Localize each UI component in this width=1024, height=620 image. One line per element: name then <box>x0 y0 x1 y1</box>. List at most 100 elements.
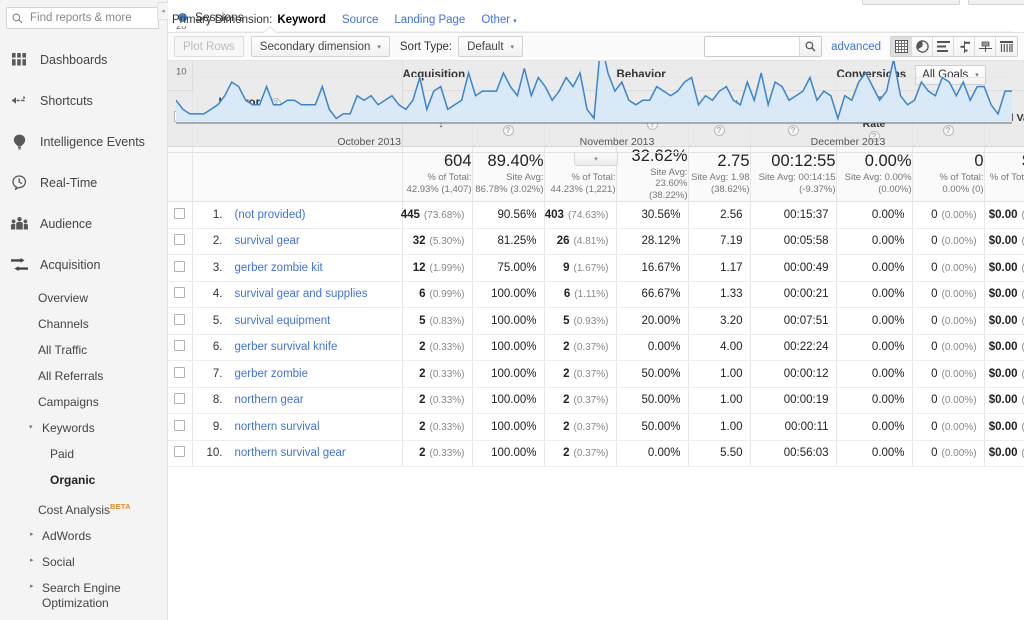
sidebar-item-label: Acquisition <box>40 258 100 272</box>
table-cell: 00:00:11 <box>750 414 836 441</box>
table-cell: 0(0.00%) <box>912 308 984 335</box>
row-checkbox[interactable] <box>174 393 185 404</box>
search-icon <box>805 41 816 52</box>
sidebar-item-overview[interactable]: Overview <box>0 285 167 311</box>
row-checkbox[interactable] <box>174 208 185 219</box>
table-cell: 12(1.99%) <box>402 255 472 282</box>
sidebar-item-search-engine-optimization[interactable]: ▸Search Engine Optimization <box>0 575 167 616</box>
table-cell: 2(0.37%) <box>544 414 616 441</box>
row-index: 1. <box>193 209 223 221</box>
row-checkbox[interactable] <box>174 446 185 457</box>
table-cell: 50.00% <box>616 414 688 441</box>
primary-dimension-landing-page[interactable]: Landing Page <box>394 14 465 26</box>
cell-percent: (0.37%) <box>574 342 609 353</box>
cell-value: 26 <box>557 235 570 247</box>
table-cell: 0.00% <box>836 334 912 361</box>
row-checkbox[interactable] <box>174 234 185 245</box>
row-checkbox[interactable] <box>174 314 185 325</box>
sort-type-select[interactable]: Default ▾ <box>458 36 523 57</box>
sidebar-item-real-time[interactable]: Real-Time <box>0 162 167 203</box>
keyword-link[interactable]: survival equipment <box>235 315 331 327</box>
keyword-link[interactable]: survival gear and supplies <box>235 288 368 300</box>
row-checkbox[interactable] <box>174 420 185 431</box>
row-checkbox[interactable] <box>174 340 185 351</box>
sort-type-label: Sort Type: <box>400 41 452 53</box>
advanced-filter-link[interactable]: advanced <box>831 41 881 53</box>
table-row: 2.survival gear32(5.30%)81.25%26(4.81%)2… <box>168 228 1024 255</box>
chevron-down-icon: ▾ <box>377 43 381 51</box>
cell-value: 5 <box>419 315 425 327</box>
row-checkbox[interactable] <box>174 287 185 298</box>
sidebar-item-label: Shortcuts <box>40 94 93 108</box>
sidebar-item-campaigns[interactable]: Campaigns <box>0 389 167 415</box>
row-index: 3. <box>193 262 223 274</box>
sidebar-item-organic[interactable]: Organic <box>0 467 167 493</box>
search-box[interactable] <box>6 7 159 29</box>
keyword-link[interactable]: survival gear <box>235 235 300 247</box>
sidebar-collapse-icon[interactable]: ◂ <box>157 2 168 20</box>
primary-dimension-source[interactable]: Source <box>342 14 378 26</box>
sidebar-item-keywords[interactable]: ▾Keywords <box>0 415 167 441</box>
table-cell: 00:00:19 <box>750 387 836 414</box>
cell-value: 32 <box>413 235 426 247</box>
cell-value: 2 <box>563 394 569 406</box>
plot-rows-button[interactable]: Plot Rows <box>174 36 244 57</box>
comparison-view-icon[interactable] <box>954 37 975 56</box>
sidebar-item-shortcuts[interactable]: Shortcuts <box>0 80 167 121</box>
search-input[interactable] <box>28 11 153 25</box>
keyword-link[interactable]: gerber survival knife <box>235 341 338 353</box>
pivot-view-icon[interactable] <box>975 37 996 56</box>
table-cell: 5(0.83%) <box>402 308 472 335</box>
google-analytics-keywords-report: ◂ Dashbo <box>0 0 1024 620</box>
chart-collapse-handle[interactable]: ▾ <box>574 153 618 166</box>
keyword-link[interactable]: (not provided) <box>235 209 306 221</box>
row-checkbox[interactable] <box>174 261 185 272</box>
pie-chart-view-icon[interactable] <box>912 37 933 56</box>
table-cell: 0.00% <box>836 414 912 441</box>
cell-value: 2 <box>563 368 569 380</box>
sidebar-item-all-referrals[interactable]: All Referrals <box>0 363 167 389</box>
keyword-link[interactable]: northern survival gear <box>235 447 346 459</box>
sidebar-item-dashboards[interactable]: Dashboards <box>0 39 167 80</box>
totals-subtext: % of Total: 0.00% (0) <box>913 172 984 195</box>
keyword-link[interactable]: gerber zombie <box>235 368 309 380</box>
cell-value: 0 <box>931 315 937 327</box>
sidebar-item-channels[interactable]: Channels <box>0 311 167 337</box>
sidebar-item-cost-analysis[interactable]: Cost AnalysisBETA <box>0 493 167 523</box>
table-view-icon[interactable] <box>891 37 912 56</box>
cell-percent: (0.37%) <box>574 422 609 433</box>
row-checkbox[interactable] <box>174 367 185 378</box>
secondary-dimension-button[interactable]: Secondary dimension ▾ <box>251 36 390 57</box>
row-index: 4. <box>193 288 223 300</box>
primary-dimension-selected[interactable]: Keyword <box>277 14 326 26</box>
keyword-link[interactable]: northern survival <box>235 421 320 433</box>
sidebar-item-social[interactable]: ▸Social <box>0 549 167 575</box>
cell-value: $0.00 <box>989 341 1018 353</box>
cell-value: 0 <box>931 262 937 274</box>
term-cloud-view-icon[interactable] <box>996 37 1017 56</box>
realtime-icon <box>8 173 30 193</box>
table-cell: 30.56% <box>616 202 688 229</box>
table-cell: 100.00% <box>472 361 544 388</box>
table-cell: 4.00 <box>688 334 750 361</box>
table-row: 7.gerber zombie2(0.33%)100.00%2(0.37%)50… <box>168 361 1024 388</box>
cell-percent: (0.33%) <box>429 369 464 380</box>
keyword-link[interactable]: northern gear <box>235 394 304 406</box>
table-search-button[interactable] <box>799 37 821 56</box>
sidebar-item-paid[interactable]: Paid <box>0 441 167 467</box>
table-search-input[interactable] <box>705 37 799 56</box>
keyword-link[interactable]: gerber zombie kit <box>235 262 323 274</box>
sidebar-item-acquisition[interactable]: Acquisition <box>0 244 167 285</box>
sidebar-item-intelligence-events[interactable]: Intelligence Events <box>0 121 167 162</box>
sidebar-item-adwords[interactable]: ▸AdWords <box>0 523 167 549</box>
performance-view-icon[interactable] <box>933 37 954 56</box>
cell-value: $0.00 <box>989 288 1018 300</box>
keyword-cell: 3. gerber zombie kit <box>192 255 402 282</box>
table-search-box[interactable] <box>704 36 822 57</box>
sidebar-item-all-traffic[interactable]: All Traffic <box>0 337 167 363</box>
cell-value: 5 <box>563 315 569 327</box>
sidebar-item-audience[interactable]: Audience <box>0 203 167 244</box>
row-select-cell <box>168 308 192 335</box>
primary-dimension-other[interactable]: Other▾ <box>481 14 516 26</box>
sidebar-item-label: Audience <box>40 217 92 231</box>
